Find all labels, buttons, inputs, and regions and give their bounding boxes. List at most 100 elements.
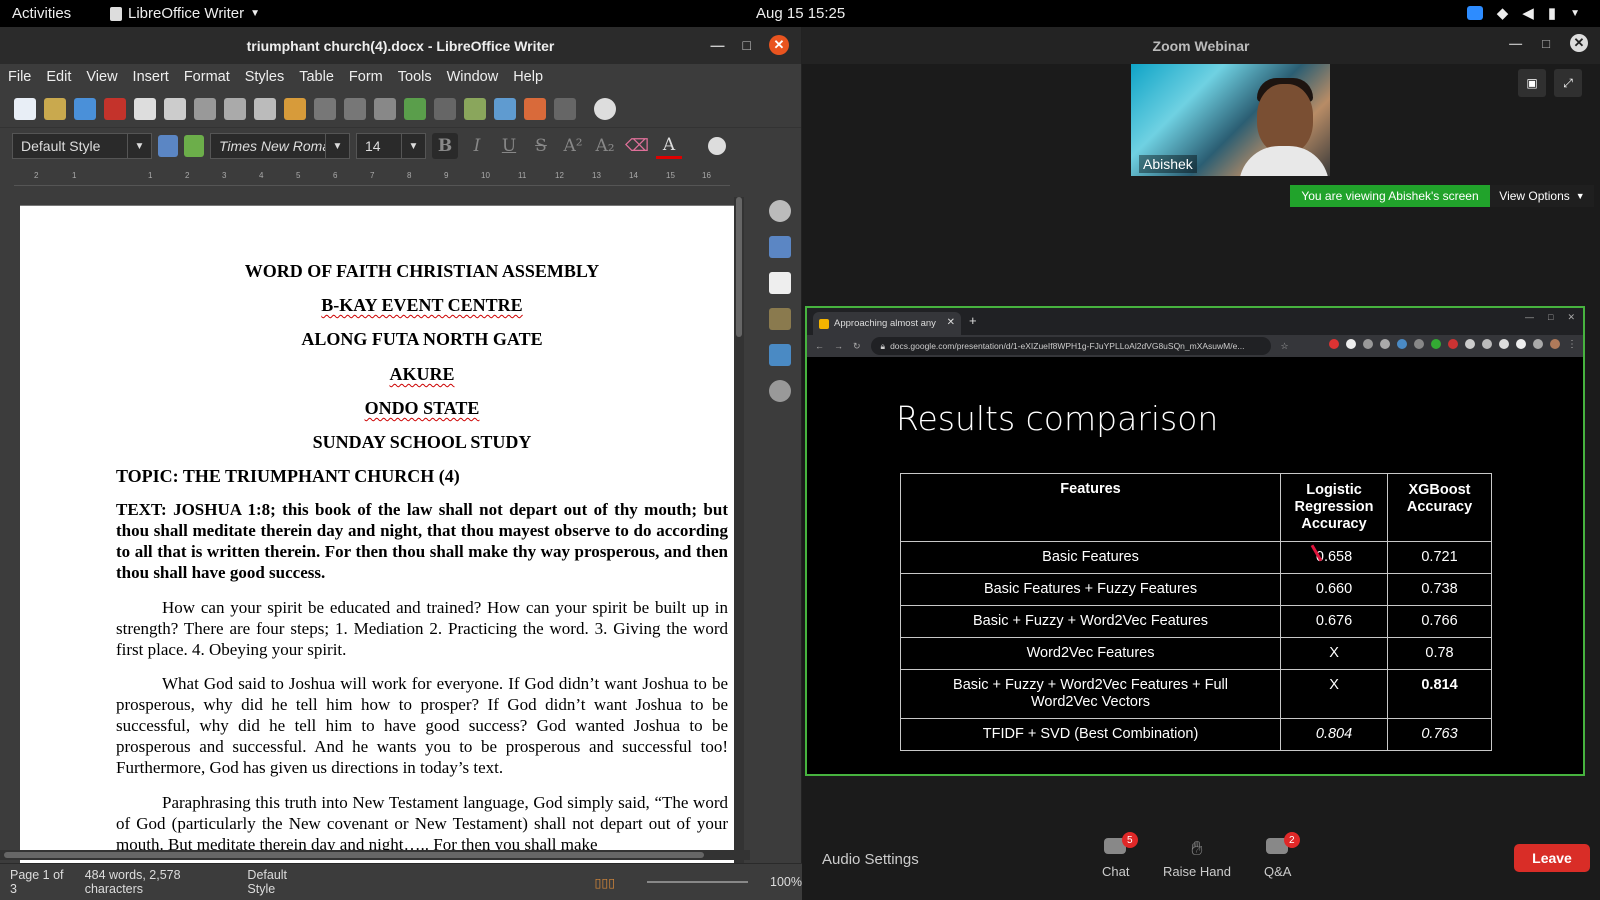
page-count[interactable]: Page 1 of 3 (10, 868, 69, 896)
underline-icon[interactable]: U (496, 133, 522, 159)
minimize-icon[interactable]: — (1509, 36, 1522, 52)
insert-image-icon[interactable] (494, 97, 516, 120)
extension-icon[interactable] (1448, 339, 1458, 349)
extension-icon[interactable] (1397, 339, 1407, 349)
open-folder-icon[interactable] (44, 97, 66, 120)
update-style-icon[interactable] (158, 135, 178, 157)
superscript-icon[interactable]: A² (560, 133, 586, 159)
horizontal-ruler[interactable]: 2 1 1 2 3 4 5 6 7 8 9 10 11 12 13 14 15 … (14, 168, 730, 186)
extension-icon[interactable] (1516, 339, 1526, 349)
system-tray[interactable]: ◆ ◀ ▮ ▼ (1466, 4, 1580, 22)
back-icon[interactable]: ← (815, 341, 824, 351)
zoom-level[interactable]: 100% (770, 875, 802, 889)
fullscreen-icon[interactable]: ⤢ (1554, 69, 1582, 97)
cut-icon[interactable] (194, 97, 216, 120)
chat-button[interactable]: 5 Chat (1102, 832, 1138, 879)
new-tab-icon[interactable]: + (969, 313, 977, 328)
insert-table-icon[interactable] (464, 97, 486, 120)
bookmark-star-icon[interactable]: ☆ (1281, 341, 1289, 352)
paste-icon[interactable] (254, 97, 276, 120)
maximize-icon[interactable]: □ (743, 37, 751, 53)
gear-icon[interactable] (769, 200, 791, 222)
leave-button[interactable]: Leave (1514, 844, 1590, 872)
properties-icon[interactable] (769, 236, 791, 258)
clock[interactable]: Aug 15 15:25 (756, 5, 845, 22)
scroll-thumb[interactable] (736, 197, 742, 337)
menu-styles[interactable]: Styles (245, 69, 285, 85)
menu-view[interactable]: View (86, 69, 117, 85)
page-style[interactable]: Default Style (247, 868, 312, 896)
menu-table[interactable]: Table (299, 69, 334, 85)
redo-icon[interactable] (344, 97, 366, 120)
extension-icon[interactable] (1380, 339, 1390, 349)
clear-formatting-icon[interactable]: ⌫ (624, 133, 650, 159)
profile-avatar[interactable] (1550, 339, 1560, 349)
insert-textbox-icon[interactable] (554, 97, 576, 120)
close-icon[interactable]: ✕ (1567, 312, 1575, 323)
close-icon[interactable]: ✕ (769, 35, 789, 55)
browser-tab[interactable]: Approaching almost any ✕ (813, 312, 961, 335)
undo-icon[interactable] (314, 97, 336, 120)
menu-help[interactable]: Help (513, 69, 543, 85)
more-options-icon[interactable] (594, 97, 616, 120)
maximize-icon[interactable]: □ (1542, 36, 1550, 52)
menu-file[interactable]: File (8, 69, 31, 85)
reload-icon[interactable]: ↻ (853, 341, 861, 352)
zoom-tray-icon[interactable] (1466, 6, 1483, 20)
presentation-slide[interactable]: Results comparison Features Logistic Reg… (807, 357, 1583, 774)
close-icon[interactable]: ✕ (1570, 34, 1588, 52)
extension-icon[interactable] (1414, 339, 1424, 349)
clone-formatting-icon[interactable] (284, 97, 306, 120)
menu-tools[interactable]: Tools (398, 69, 432, 85)
zoom-slider[interactable] (647, 881, 749, 883)
italic-icon[interactable]: I (464, 133, 490, 159)
copy-icon[interactable] (224, 97, 246, 120)
minimize-icon[interactable]: — (711, 37, 725, 53)
font-color-icon[interactable]: A (656, 133, 682, 159)
view-layout-icon[interactable]: ▯▯▯ (594, 875, 615, 890)
extension-icon[interactable] (1431, 339, 1441, 349)
subscript-icon[interactable]: A₂ (592, 133, 618, 159)
audio-settings-button[interactable]: Audio Settings (822, 851, 919, 868)
extension-icon[interactable] (1363, 339, 1373, 349)
menu-format[interactable]: Format (184, 69, 230, 85)
document-area[interactable]: WORD OF FAITH CHRISTIAN ASSEMBLY B-KAY E… (0, 187, 750, 877)
save-icon[interactable] (74, 97, 96, 120)
activities-button[interactable]: Activities (12, 5, 71, 22)
horizontal-scrollbar[interactable] (0, 850, 750, 860)
new-document-icon[interactable] (14, 97, 36, 120)
menu-edit[interactable]: Edit (46, 69, 71, 85)
menu-form[interactable]: Form (349, 69, 383, 85)
shared-screen[interactable]: Approaching almost any ✕ + — □ ✕ ← → ↻ 🔒… (805, 306, 1585, 776)
qa-button[interactable]: 2 Q&A (1264, 832, 1300, 879)
print-icon[interactable] (134, 97, 156, 120)
find-replace-icon[interactable] (374, 97, 396, 120)
participant-video[interactable]: Abishek (1131, 64, 1330, 176)
app-menu[interactable]: LibreOffice Writer ▼ (110, 5, 260, 22)
insert-chart-icon[interactable] (524, 97, 546, 120)
gallery-icon[interactable] (769, 344, 791, 366)
extension-icon[interactable] (1465, 339, 1475, 349)
close-icon[interactable]: ✕ (947, 317, 955, 328)
bold-icon[interactable]: B (432, 133, 458, 159)
scroll-thumb[interactable] (4, 852, 704, 858)
extension-icon[interactable] (1329, 339, 1339, 349)
spelling-icon[interactable] (404, 97, 426, 120)
maximize-icon[interactable]: □ (1548, 312, 1553, 323)
vertical-scrollbar[interactable] (734, 197, 744, 877)
menu-insert[interactable]: Insert (133, 69, 169, 85)
word-count[interactable]: 484 words, 2,578 characters (85, 868, 230, 896)
minimize-icon[interactable]: — (1525, 312, 1534, 323)
extension-icon[interactable] (1346, 339, 1356, 349)
strikethrough-icon[interactable]: S (528, 133, 554, 159)
font-name-select[interactable]: Times New Roman ▼ (210, 133, 350, 159)
address-bar[interactable]: 🔒︎ docs.google.com/presentation/d/1-eXIZ… (870, 337, 1271, 355)
forward-icon[interactable]: → (834, 341, 843, 351)
document-page[interactable]: WORD OF FAITH CHRISTIAN ASSEMBLY B-KAY E… (20, 205, 744, 877)
layout-icon[interactable]: ▣ (1518, 69, 1546, 97)
more-options-icon[interactable] (708, 137, 726, 155)
export-pdf-icon[interactable] (104, 97, 126, 120)
styles-icon[interactable] (769, 308, 791, 330)
page-icon[interactable] (769, 272, 791, 294)
view-options-button[interactable]: View Options ▼ (1490, 185, 1594, 207)
